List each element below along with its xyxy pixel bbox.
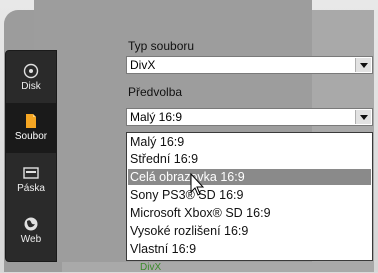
dropdown-option-highlighted[interactable]: Celá obrazovka 16:9	[128, 169, 371, 185]
dropdown-option[interactable]: Microsoft Xbox® SD 16:9	[128, 205, 371, 221]
preset-value: Malý 16:9	[130, 110, 183, 124]
sidebar-item-label: Soubor	[14, 131, 48, 142]
dropdown-option[interactable]: Malý 16:9	[128, 134, 371, 150]
dropdown-option[interactable]: Střední 16:9	[128, 151, 371, 167]
sidebar-item-paska[interactable]: Páska	[6, 155, 56, 205]
dropdown-option[interactable]: Sony PS3® SD 16:9	[128, 187, 371, 203]
sidebar-item-label: Web	[20, 234, 42, 245]
dropdown-option[interactable]: Vlastní 16:9	[128, 241, 371, 257]
sidebar-item-soubor[interactable]: Soubor	[6, 103, 56, 153]
file-type-select[interactable]: DivX	[126, 56, 373, 74]
sidebar-item-disk[interactable]: Disk	[6, 53, 56, 103]
obscured-text: DivX	[140, 262, 162, 273]
sidebar-item-label: Disk	[21, 81, 41, 92]
file-type-value: DivX	[130, 58, 156, 72]
preset-label: Předvolba	[128, 85, 183, 99]
chevron-down-icon[interactable]	[355, 58, 371, 72]
sidebar-item-web[interactable]: Web	[6, 206, 56, 256]
sidebar-item-label: Páska	[17, 183, 45, 194]
dropdown-option[interactable]: Vysoké rozlišení 16:9	[128, 223, 371, 239]
preset-select[interactable]: Malý 16:9	[126, 108, 373, 126]
globe-icon	[24, 217, 38, 231]
preset-dropdown-list: Malý 16:9 Střední 16:9 Celá obrazovka 16…	[126, 132, 373, 261]
sidebar: Disk Soubor Páska Web	[5, 50, 57, 262]
chevron-down-icon[interactable]	[355, 110, 371, 124]
tape-icon	[23, 167, 39, 179]
mouse-cursor-icon	[190, 173, 205, 196]
disc-icon	[23, 63, 39, 79]
file-icon	[26, 114, 36, 128]
file-type-label: Typ souboru	[128, 39, 195, 53]
